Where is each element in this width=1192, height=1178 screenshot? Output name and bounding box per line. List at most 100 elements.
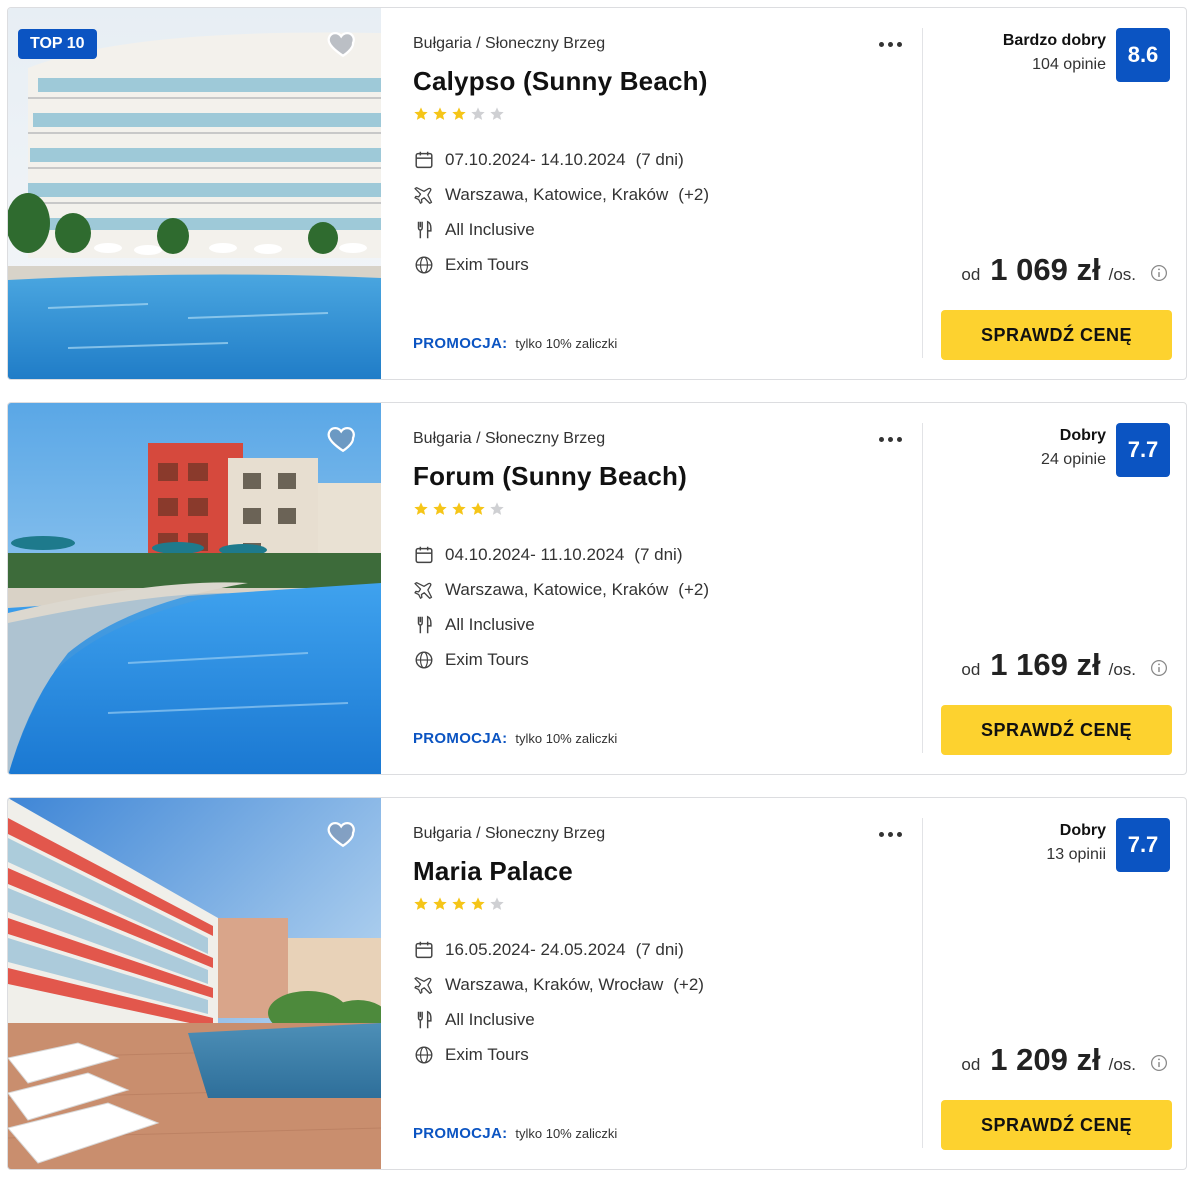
star-filled-icon [433, 897, 447, 910]
price: od 1 069 zł /os. [961, 252, 1168, 288]
globe-icon [415, 651, 433, 668]
offer-info: Bułgaria / Słoneczny Brzeg Forum (Sunny … [413, 403, 918, 774]
review-count[interactable]: 104 opinie [1003, 56, 1106, 74]
dates-text: 04.10.2024- 11.10.2024 [445, 544, 625, 564]
info-icon[interactable] [1150, 659, 1168, 677]
star-filled-icon [452, 107, 466, 120]
hotel-name[interactable]: Forum (Sunny Beach) [413, 461, 687, 492]
star-filled-icon [471, 502, 485, 515]
departures-more[interactable]: (+2) [678, 580, 709, 600]
hotel-photo[interactable] [8, 798, 381, 1169]
location-breadcrumb[interactable]: Bułgaria / Słoneczny Brzeg [413, 825, 605, 843]
dates-text: 16.05.2024- 24.05.2024 [445, 939, 626, 959]
top-10-badge: TOP 10 [18, 29, 97, 59]
promo-text: tylko 10% zaliczki [515, 336, 618, 351]
star-filled-icon [452, 502, 466, 515]
location-breadcrumb[interactable]: Bułgaria / Słoneczny Brzeg [413, 35, 605, 53]
info-icon[interactable] [1150, 1054, 1168, 1072]
price-amount: 1 209 zł [990, 1042, 1101, 1077]
check-price-button[interactable]: SPRAWDŹ CENĘ [941, 310, 1172, 360]
star-filled-icon [433, 502, 447, 515]
star-filled-icon [414, 502, 428, 515]
review-rating[interactable]: Dobry 24 opinie 7.7 [1041, 423, 1170, 477]
departures-row: Warszawa, Katowice, Kraków (+2) [413, 177, 709, 212]
operator-text: Exim Tours [445, 254, 529, 274]
promo-text: tylko 10% zaliczki [515, 1126, 618, 1141]
operator-row: Exim Tours [413, 247, 709, 282]
operator-text: Exim Tours [445, 1044, 529, 1064]
board-text: All Inclusive [445, 219, 535, 239]
location-breadcrumb[interactable]: Bułgaria / Słoneczny Brzeg [413, 430, 605, 448]
globe-icon [415, 1046, 433, 1063]
star-empty-icon [471, 107, 485, 120]
offer-card[interactable]: Bułgaria / Słoneczny Brzeg Forum (Sunny … [7, 402, 1187, 775]
check-price-button[interactable]: SPRAWDŹ CENĘ [941, 705, 1172, 755]
hotel-photo[interactable] [8, 403, 381, 774]
dates-row: 07.10.2024- 14.10.2024 (7 dni) [413, 142, 709, 177]
star-rating [413, 106, 505, 122]
score-badge: 7.7 [1116, 423, 1170, 477]
board-row: All Inclusive [413, 1002, 704, 1037]
star-rating [413, 501, 505, 517]
heart-icon[interactable] [326, 816, 360, 850]
review-count[interactable]: 24 opinie [1041, 451, 1106, 469]
more-options-button[interactable] [873, 429, 907, 449]
check-price-button[interactable]: SPRAWDŹ CENĘ [941, 1100, 1172, 1150]
more-options-button[interactable] [873, 34, 907, 54]
board-row: All Inclusive [413, 607, 709, 642]
score-badge: 7.7 [1116, 818, 1170, 872]
plane-icon [414, 581, 433, 599]
globe-icon [415, 256, 433, 273]
cutlery-icon [417, 615, 432, 633]
divider [922, 28, 923, 358]
board-text: All Inclusive [445, 614, 535, 634]
hotel-photo[interactable] [8, 8, 381, 379]
star-empty-icon [490, 502, 504, 515]
board-row: All Inclusive [413, 212, 709, 247]
dates-text: 07.10.2024- 14.10.2024 [445, 149, 626, 169]
departures-row: Warszawa, Katowice, Kraków (+2) [413, 572, 709, 607]
heart-icon[interactable] [326, 26, 360, 60]
departures-more[interactable]: (+2) [678, 185, 709, 205]
price-suffix: /os. [1108, 1055, 1136, 1074]
board-text: All Inclusive [445, 1009, 535, 1029]
hotel-name[interactable]: Calypso (Sunny Beach) [413, 66, 708, 97]
departures-text: Warszawa, Katowice, Kraków [445, 184, 669, 204]
duration-text: (7 dni) [635, 939, 684, 959]
operator-text: Exim Tours [445, 649, 529, 669]
review-rating[interactable]: Bardzo dobry 104 opinie 8.6 [1003, 28, 1170, 82]
promo-label: PROMOCJA: [413, 335, 508, 352]
promo-label: PROMOCJA: [413, 730, 508, 747]
price-prefix: od [961, 1055, 981, 1074]
rating-label: Bardzo dobry [1002, 32, 1106, 49]
hotel-name[interactable]: Maria Palace [413, 856, 573, 887]
promo-line: PROMOCJA: tylko 10% zaliczki [413, 1125, 617, 1142]
price-suffix: /os. [1108, 660, 1136, 679]
rating-label: Dobry [1059, 822, 1106, 839]
departures-more[interactable]: (+2) [673, 975, 704, 995]
star-filled-icon [414, 107, 428, 120]
departures-text: Warszawa, Katowice, Kraków [445, 579, 669, 599]
price: od 1 169 zł /os. [961, 647, 1168, 683]
info-icon[interactable] [1150, 264, 1168, 282]
star-empty-icon [490, 897, 504, 910]
promo-line: PROMOCJA: tylko 10% zaliczki [413, 730, 617, 747]
star-filled-icon [414, 897, 428, 910]
star-empty-icon [490, 107, 504, 120]
operator-row: Exim Tours [413, 642, 709, 677]
review-rating[interactable]: Dobry 13 opinii 7.7 [1046, 818, 1170, 872]
score-badge: 8.6 [1116, 28, 1170, 82]
operator-row: Exim Tours [413, 1037, 704, 1072]
plane-icon [414, 976, 433, 994]
promo-text: tylko 10% zaliczki [515, 731, 618, 746]
heart-icon[interactable] [326, 421, 360, 455]
review-count[interactable]: 13 opinii [1046, 846, 1106, 864]
price-prefix: od [961, 660, 981, 679]
offer-card[interactable]: Bułgaria / Słoneczny Brzeg Maria Palace … [7, 797, 1187, 1170]
offer-info: Bułgaria / Słoneczny Brzeg Maria Palace … [413, 798, 918, 1169]
more-options-button[interactable] [873, 824, 907, 844]
rating-label: Dobry [1059, 427, 1106, 444]
price: od 1 209 zł /os. [961, 1042, 1168, 1078]
price-amount: 1 169 zł [990, 647, 1101, 682]
offer-card[interactable]: TOP 10 Bułgaria / Słoneczny Brzeg Calyps… [7, 7, 1187, 380]
